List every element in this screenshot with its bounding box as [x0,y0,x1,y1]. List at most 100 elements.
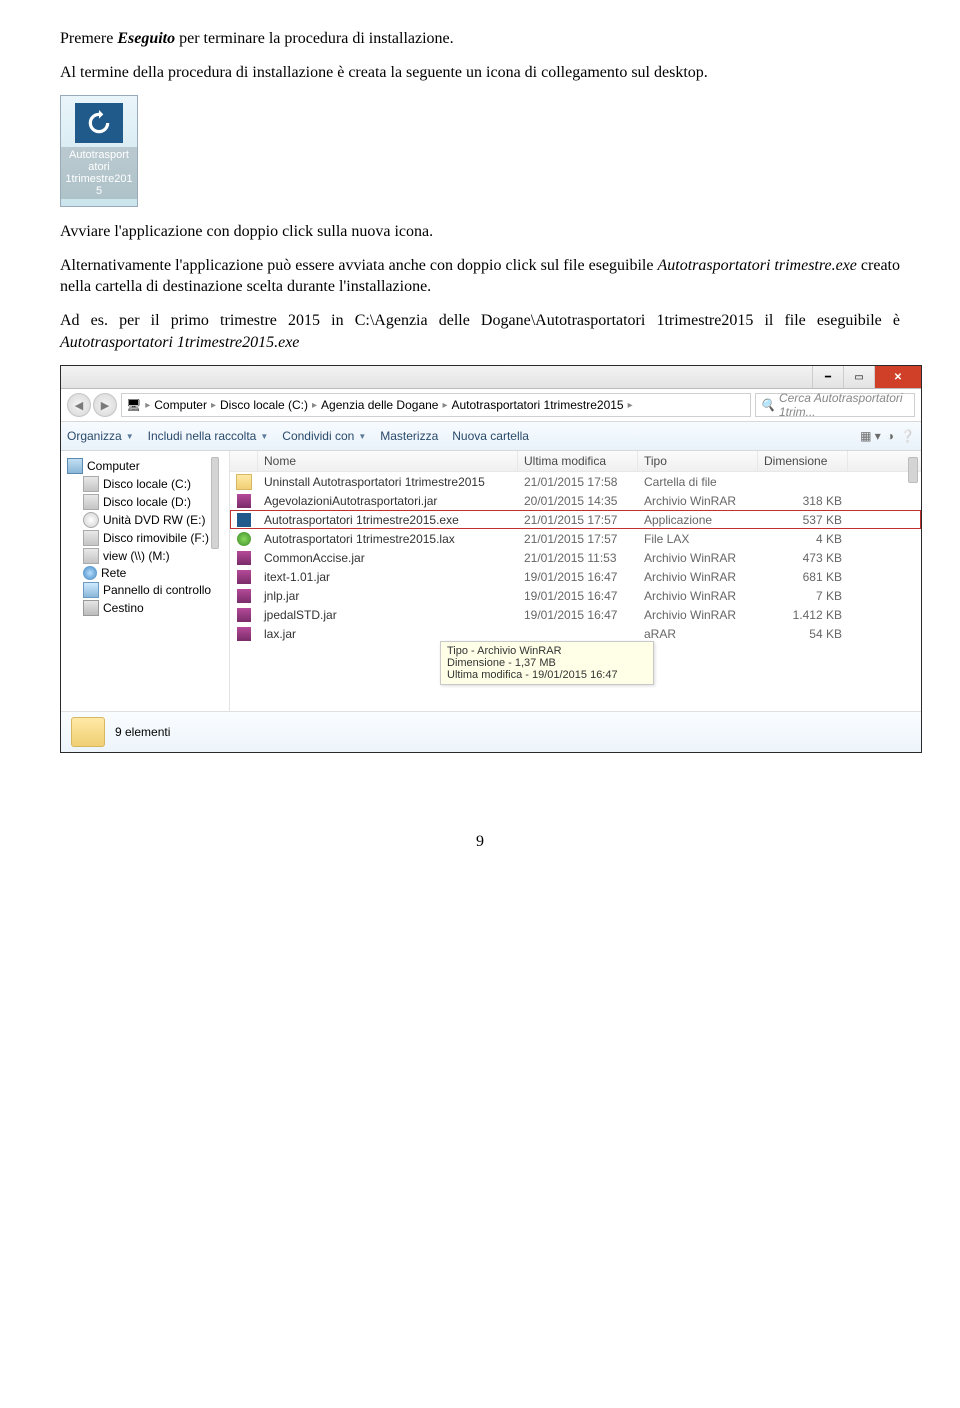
breadcrumb-seg[interactable]: Computer [154,398,207,412]
new-folder-button[interactable]: Nuova cartella [452,429,529,443]
tree-label: view (\\) (M:) [103,549,170,563]
chevron-down-icon: ▼ [358,432,366,441]
preview-pane-icon[interactable]: ◑ [887,429,894,443]
table-row[interactable]: itext-1.01.jar19/01/2015 16:47Archivio W… [230,567,921,586]
minimize-button[interactable]: ━ [812,366,843,388]
trash-icon [83,600,99,616]
close-button[interactable]: ✕ [874,366,921,388]
text: Alternativamente l'applicazione può esse… [60,257,658,274]
help-icon[interactable]: ❔ [900,429,915,443]
paragraph-4: Alternativamente l'applicazione può esse… [60,255,900,298]
chevron-right-icon: ▸ [141,400,154,411]
tree-item[interactable]: Disco locale (C:) [65,475,225,493]
chevron-right-icon: ▸ [624,400,637,411]
filename: Autotrasportatori 1trimestre2015.exe [60,334,299,351]
col-type[interactable]: Tipo [638,451,758,471]
tree-item[interactable]: Pannello di controllo [65,581,225,599]
list-scrollbar[interactable] [908,457,918,483]
chevron-right-icon: ▸ [207,400,220,411]
tree-item[interactable]: Unità DVD RW (E:) [65,511,225,529]
cell-modified: 21/01/2015 17:57 [518,513,638,527]
tree-label: Disco rimovibile (F:) [103,531,209,545]
view-options-icon[interactable]: ▦ ▾ [860,429,881,443]
tree-label: Rete [101,566,126,580]
table-row[interactable]: Autotrasportatori 1trimestre2015.exe21/0… [230,510,921,529]
paragraph-1: Premere Eseguito per terminare la proced… [60,28,900,50]
organize-button[interactable]: Organizza▼ [67,429,134,443]
folder-icon [236,474,252,490]
paragraph-5: Ad es. per il primo trimestre 2015 in C:… [60,310,900,353]
tree-item[interactable]: Disco rimovibile (F:) [65,529,225,547]
rar-icon [237,627,251,641]
tree-label: Cestino [103,601,144,615]
tree-label: Disco locale (C:) [103,477,191,491]
table-row[interactable]: Autotrasportatori 1trimestre2015.lax21/0… [230,529,921,548]
rar-icon [237,589,251,603]
shortcut-label: Autotrasport atori 1trimestre201 5 [61,147,137,199]
cell-modified: 21/01/2015 17:58 [518,475,638,489]
table-row[interactable]: AgevolazioniAutotrasportatori.jar20/01/2… [230,491,921,510]
tree-label: Unità DVD RW (E:) [103,513,205,527]
cell-modified: 21/01/2015 11:53 [518,551,638,565]
tree-item[interactable]: Cestino [65,599,225,617]
col-modified[interactable]: Ultima modifica [518,451,638,471]
breadcrumb-seg[interactable]: Disco locale (C:) [220,398,308,412]
rar-icon [237,570,251,584]
cell-name: lax.jar [258,627,518,641]
cell-name: itext-1.01.jar [258,570,518,584]
cell-modified: 19/01/2015 16:47 [518,570,638,584]
text: 5 [96,185,102,197]
rar-icon [237,551,251,565]
cd-icon [83,512,99,528]
status-text: 9 elementi [115,725,170,739]
burn-button[interactable]: Masterizza [380,429,438,443]
desktop-shortcut-icon[interactable]: Autotrasport atori 1trimestre201 5 [60,95,138,207]
breadcrumb-seg[interactable]: Agenzia delle Dogane [321,398,438,412]
cell-type: Cartella di file [638,475,758,489]
file-tooltip: Tipo - Archivio WinRAR Dimensione - 1,37… [440,641,654,685]
cell-type: File LAX [638,532,758,546]
col-size[interactable]: Dimensione [758,451,848,471]
tree-item[interactable]: view (\\) (M:) [65,547,225,565]
maximize-button[interactable]: ▭ [843,366,874,388]
cell-type: Archivio WinRAR [638,570,758,584]
title-bar: ━ ▭ ✕ [61,366,921,389]
table-row[interactable]: jpedalSTD.jar19/01/2015 16:47Archivio Wi… [230,605,921,624]
chevron-down-icon: ▼ [260,432,268,441]
tree-label: Disco locale (D:) [103,495,191,509]
back-button[interactable]: ◀ [67,393,91,417]
cell-type: Archivio WinRAR [638,608,758,622]
computer-icon [67,458,83,474]
forward-button[interactable]: ▶ [93,393,117,417]
drive-icon [83,476,99,492]
tree-label: Computer [87,459,140,473]
tree-label: Pannello di controllo [103,583,211,597]
tree-scrollbar[interactable] [211,457,219,549]
include-library-button[interactable]: Includi nella raccolta▼ [148,429,269,443]
table-row[interactable]: jnlp.jar19/01/2015 16:47Archivio WinRAR7… [230,586,921,605]
cell-size: 681 KB [758,570,848,584]
breadcrumb-seg[interactable]: Autotrasportatori 1trimestre2015 [452,398,624,412]
cell-type: Archivio WinRAR [638,551,758,565]
cell-modified: 19/01/2015 16:47 [518,608,638,622]
text: 1trimestre201 [65,173,132,185]
tree-item[interactable]: Disco locale (D:) [65,493,225,511]
tree-root-computer[interactable]: Computer [65,457,225,475]
share-button[interactable]: Condividi con▼ [282,429,366,443]
cell-size: 4 KB [758,532,848,546]
computer-icon: 🖥 [126,398,141,412]
breadcrumb[interactable]: 🖥 ▸ Computer ▸ Disco locale (C:) ▸ Agenz… [121,393,751,417]
search-input[interactable]: 🔍 Cerca Autotrasportatori 1trim... [755,393,915,417]
drive-icon [83,494,99,510]
tree-item[interactable]: Rete [65,565,225,581]
cell-type: Applicazione [638,513,758,527]
cell-modified: 21/01/2015 17:57 [518,532,638,546]
text: Ad es. per il primo trimestre 2015 in C:… [60,312,900,329]
col-name[interactable]: Nome [258,451,518,471]
table-row[interactable]: Uninstall Autotrasportatori 1trimestre20… [230,472,921,491]
table-row[interactable]: CommonAccise.jar21/01/2015 11:53Archivio… [230,548,921,567]
column-headers[interactable]: Nome Ultima modifica Tipo Dimensione [230,451,921,472]
text: Autotrasport [69,149,129,161]
net-icon [83,566,97,580]
cell-name: Uninstall Autotrasportatori 1trimestre20… [258,475,518,489]
